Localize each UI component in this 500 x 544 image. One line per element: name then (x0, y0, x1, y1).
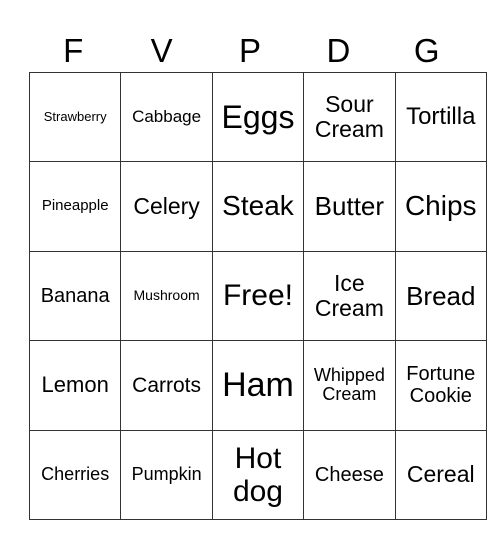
bingo-cell[interactable]: Steak (211, 161, 305, 252)
header-letter: P (238, 32, 261, 69)
bingo-cell[interactable]: Eggs (211, 71, 305, 163)
bingo-cell[interactable]: Banana (28, 250, 122, 342)
bingo-card: Strawberry Cabbage Eggs Sour Cream Tortilla P… (28, 71, 487, 520)
bingo-cell[interactable]: Pumpkin (120, 429, 213, 520)
bingo-cell[interactable]: Mushroom (120, 250, 213, 342)
header-letter: G (413, 32, 440, 69)
bingo-cell[interactable]: Hot dog (211, 429, 305, 520)
bingo-cell[interactable]: Butter (303, 161, 396, 252)
bingo-row: Pineapple Celery Steak Butter Chips (28, 161, 487, 252)
bingo-cell[interactable]: Ham (211, 340, 305, 431)
bingo-cell[interactable]: Sour Cream (303, 71, 396, 163)
bingo-cell[interactable]: Celery (120, 161, 213, 252)
bingo-cell[interactable]: Fortune Cookie (394, 340, 487, 431)
bingo-cell[interactable]: Tortilla (394, 71, 487, 163)
header-letter: F (63, 32, 84, 69)
header-letter: V (150, 32, 173, 69)
header-letter: D (326, 32, 351, 69)
bingo-cell[interactable]: Lemon (28, 340, 122, 431)
bingo-cell[interactable]: Bread (394, 250, 487, 342)
bingo-cell[interactable]: Cereal (394, 429, 487, 520)
bingo-cell[interactable]: Strawberry (28, 71, 122, 163)
bingo-cell[interactable]: Cherries (28, 429, 122, 520)
bingo-row: Banana Mushroom Free! Ice Cream Bread (28, 250, 487, 342)
bingo-row: Cherries Pumpkin Hot dog Cheese Cereal (28, 429, 487, 520)
bingo-cell[interactable]: Pineapple (28, 161, 122, 252)
bingo-cell[interactable]: Chips (394, 161, 487, 252)
bingo-cell[interactable]: Free! (211, 250, 305, 342)
bingo-cell[interactable]: Whipped Cream (303, 340, 396, 431)
bingo-cell[interactable]: Carrots (120, 340, 213, 431)
bingo-cell[interactable]: Cheese (303, 429, 396, 520)
bingo-cell[interactable]: Ice Cream (303, 250, 396, 342)
bingo-row: Strawberry Cabbage Eggs Sour Cream Tortilla (28, 71, 487, 163)
bingo-cell[interactable]: Cabbage (120, 71, 213, 163)
bingo-header: F V P D G (29, 30, 471, 72)
bingo-row: Lemon Carrots Ham Whipped Cream Fortune Cook… (28, 340, 487, 431)
